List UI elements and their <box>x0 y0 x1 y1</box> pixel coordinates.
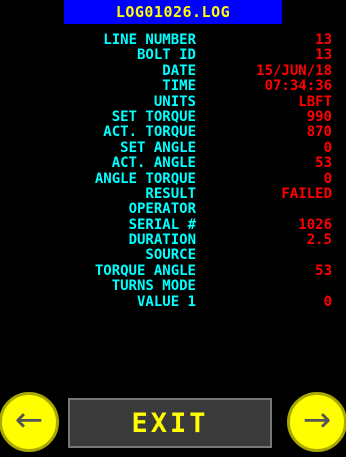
row-set-angle: SET ANGLE 0 <box>0 139 346 156</box>
exit-label: EXIT <box>131 407 209 439</box>
field-label: UNITS <box>153 93 196 110</box>
field-value: 2.5 <box>306 232 332 249</box>
field-value: 07:34:36 <box>264 78 332 95</box>
row-source: SOURCE <box>0 247 346 264</box>
row-set-torque: SET TORQUE 990 <box>0 108 346 125</box>
next-button[interactable]: → <box>287 392 346 452</box>
row-torque-angle: TORQUE ANGLE 53 <box>0 262 346 279</box>
field-value: 13 <box>315 32 332 48</box>
field-value: 53 <box>315 155 332 172</box>
row-angle-torque: ANGLE TORQUE 0 <box>0 170 346 187</box>
row-act-torque: ACT. TORQUE 870 <box>0 124 346 141</box>
field-label: TORQUE ANGLE <box>94 262 196 279</box>
field-label: VALUE 1 <box>136 293 196 310</box>
field-value: 870 <box>306 124 332 141</box>
field-label: OPERATOR <box>128 201 196 218</box>
row-bolt-id: BOLT ID 13 <box>0 47 346 64</box>
field-value: 0 <box>323 139 332 156</box>
field-label: SET ANGLE <box>120 139 196 156</box>
row-duration: DURATION 2.5 <box>0 232 346 249</box>
exit-button[interactable]: EXIT <box>68 398 272 448</box>
field-label: ANGLE TORQUE <box>94 170 196 187</box>
field-value: FAILED <box>281 185 332 202</box>
field-label: LINE NUMBER <box>103 32 196 48</box>
field-label: ACT. TORQUE <box>103 124 196 141</box>
arrow-left-icon: ← <box>14 400 44 440</box>
row-units: UNITS LBFT <box>0 93 346 110</box>
field-label: SOURCE <box>145 247 196 264</box>
row-result: RESULT FAILED <box>0 185 346 202</box>
row-line-number: LINE NUMBER 13 <box>0 32 346 48</box>
previous-button[interactable]: ← <box>0 392 59 452</box>
field-value: 1026 <box>298 216 332 233</box>
field-label: ACT. ANGLE <box>111 155 196 172</box>
field-label: SET TORQUE <box>111 108 196 125</box>
field-label: RESULT <box>145 185 196 202</box>
field-label: DATE <box>162 62 196 79</box>
field-label: DURATION <box>128 232 196 249</box>
field-label: TURNS MODE <box>111 278 196 295</box>
field-value: 990 <box>306 108 332 125</box>
field-label: SERIAL # <box>128 216 196 233</box>
field-value: 15/JUN/18 <box>256 62 332 79</box>
row-value-1: VALUE 1 0 <box>0 293 346 310</box>
field-value: LBFT <box>298 93 332 110</box>
field-value: 0 <box>323 170 332 187</box>
log-file-title: LOG01026.LOG <box>64 0 282 24</box>
arrow-right-icon: → <box>302 400 332 440</box>
row-act-angle: ACT. ANGLE 53 <box>0 155 346 172</box>
log-detail-list: LINE NUMBER 13 BOLT ID 13 DATE 15/JUN/18 TI… <box>0 32 346 310</box>
row-time: TIME 07:34:36 <box>0 78 346 95</box>
field-label: BOLT ID <box>136 47 196 64</box>
row-operator: OPERATOR <box>0 201 346 218</box>
field-value: 0 <box>323 293 332 310</box>
field-value: 53 <box>315 262 332 279</box>
field-label: TIME <box>162 78 196 95</box>
field-value: 13 <box>315 47 332 64</box>
row-date: DATE 15/JUN/18 <box>0 62 346 79</box>
row-turns-mode: TURNS MODE <box>0 278 346 295</box>
row-serial: SERIAL # 1026 <box>0 216 346 233</box>
